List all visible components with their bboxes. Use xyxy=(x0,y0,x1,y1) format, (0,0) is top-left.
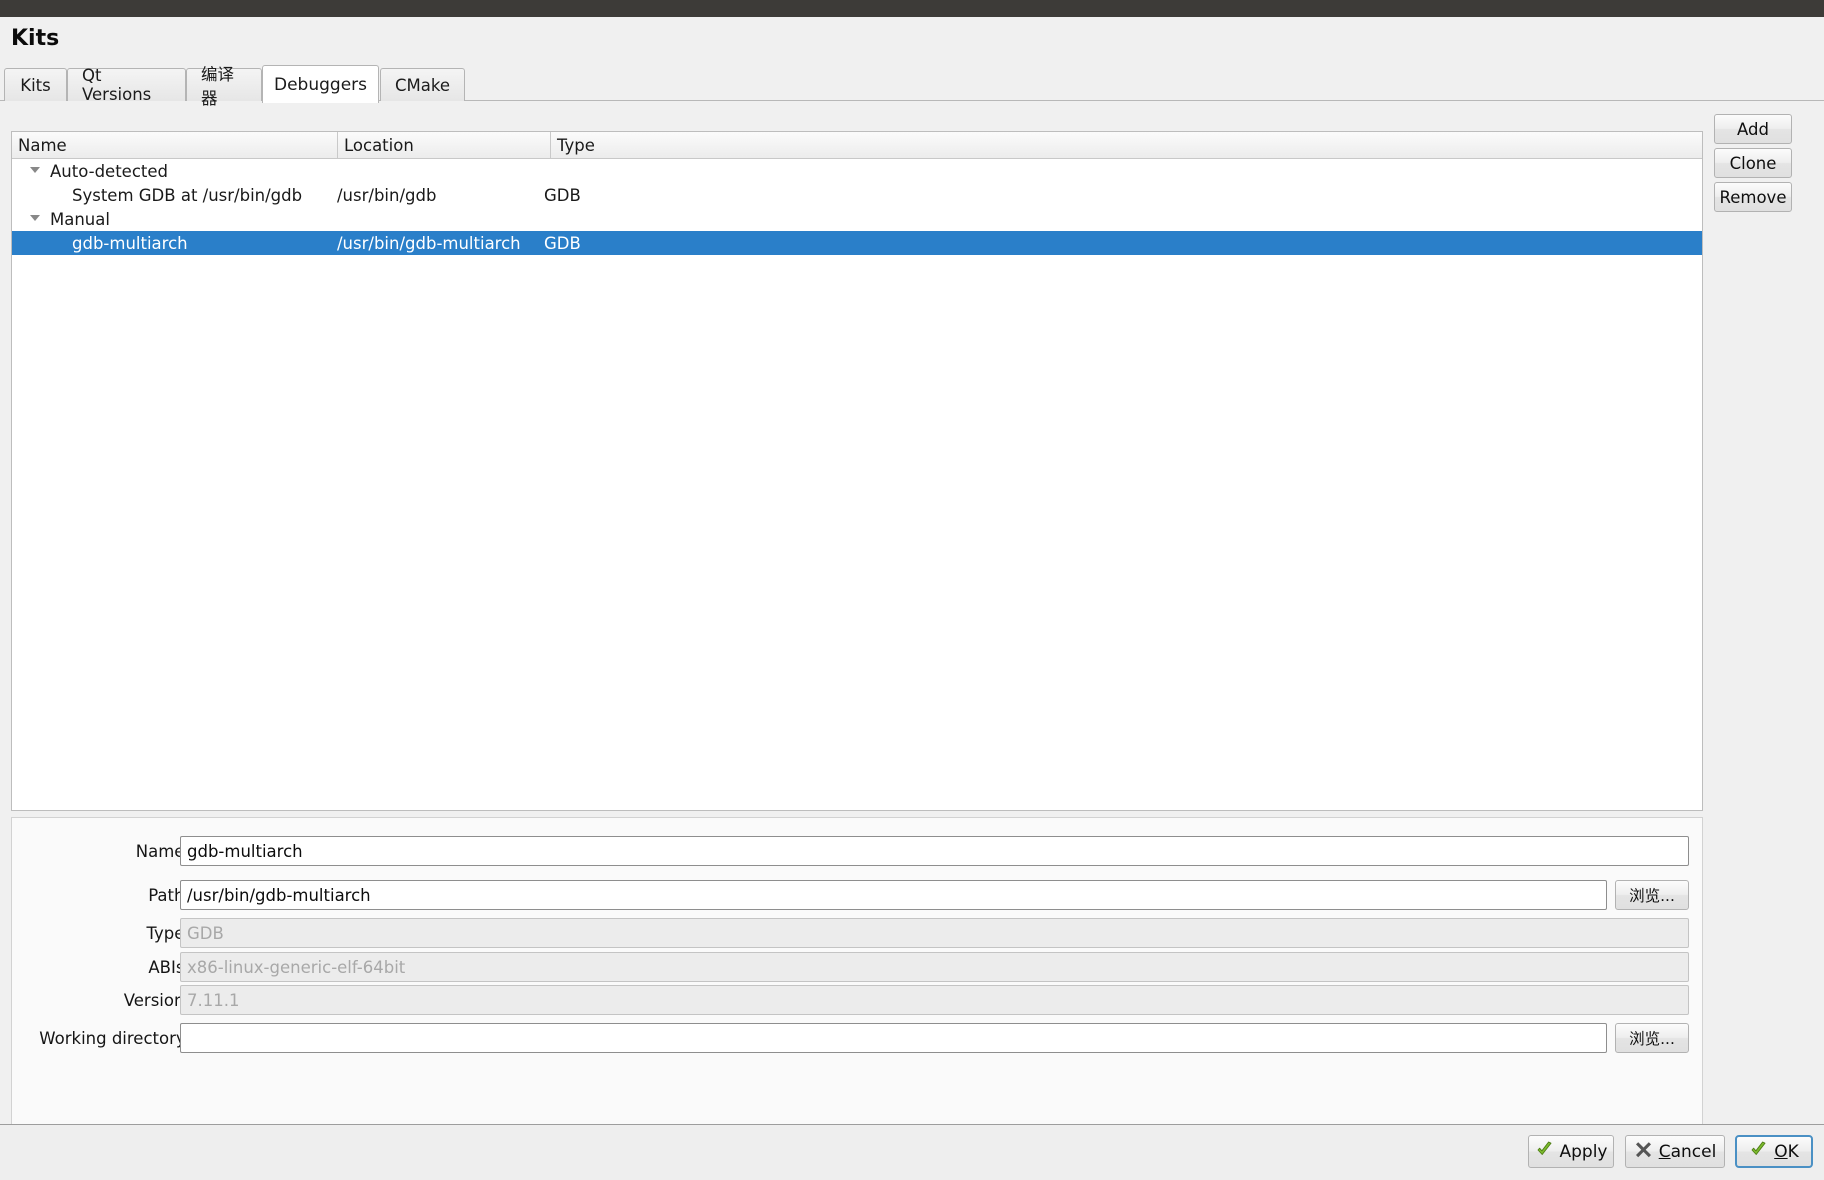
clone-button[interactable]: Clone xyxy=(1714,148,1792,178)
browse-button-label: 浏览... xyxy=(1629,887,1675,905)
cell-location xyxy=(337,159,549,183)
chevron-down-icon[interactable] xyxy=(30,215,40,221)
cell-type: GDB xyxy=(544,185,581,205)
tab-cmake[interactable]: CMake xyxy=(380,68,465,101)
input-workingdirectory[interactable] xyxy=(180,1023,1607,1053)
button-label: Apply xyxy=(1559,1141,1608,1162)
tree-row[interactable]: gdb-multiarch/usr/bin/gdb-multiarch GDB xyxy=(12,231,1702,255)
cancel-button[interactable]: Cancel xyxy=(1625,1135,1725,1168)
check-icon xyxy=(1749,1140,1768,1163)
dialog-body: Kits Kits Qt Versions 编译器 Debuggers CMake Na… xyxy=(0,17,1824,1129)
tab-debuggers[interactable]: Debuggers xyxy=(262,65,379,103)
button-label: Remove xyxy=(1719,187,1787,207)
accel-char: C xyxy=(1658,1141,1671,1162)
cell-location xyxy=(337,207,549,231)
input-path[interactable]: /usr/bin/gdb-multiarch xyxy=(180,880,1607,910)
cell-location: /usr/bin/gdb-multiarch xyxy=(337,233,521,253)
cell-type: GDB xyxy=(544,233,581,253)
tab-label: Qt Versions xyxy=(82,66,152,104)
check-icon xyxy=(1535,1140,1554,1163)
tab-label: CMake xyxy=(395,75,450,95)
page-title: Kits xyxy=(11,26,60,51)
add-button[interactable]: Add xyxy=(1714,114,1792,144)
chevron-down-icon[interactable] xyxy=(30,167,40,173)
cell-name: System GDB at /usr/bin/gdb xyxy=(72,185,303,205)
tree-group-row[interactable]: Auto-detected xyxy=(12,159,1702,183)
label-abis: ABIs: xyxy=(148,957,190,977)
cell-name: gdb-multiarch xyxy=(72,233,188,253)
tab-编译器[interactable]: 编译器 xyxy=(186,65,262,108)
apply-button[interactable]: Apply xyxy=(1528,1135,1614,1168)
cell-name: Auto-detected xyxy=(50,161,168,181)
button-label: Cancel xyxy=(1658,1141,1717,1162)
tab-label: Kits xyxy=(20,75,51,95)
column-header-type[interactable]: Type xyxy=(551,132,1702,158)
browse-button[interactable]: 浏览... xyxy=(1615,880,1689,910)
cell-name: Manual xyxy=(50,209,110,229)
tree-row[interactable]: System GDB at /usr/bin/gdb/usr/bin/gdb GD… xyxy=(12,183,1702,207)
input-name[interactable]: gdb-multiarch xyxy=(180,836,1689,866)
label-type: Type: xyxy=(146,923,190,943)
cell-type xyxy=(544,207,1695,231)
input-abis: x86-linux-generic-elf-64bit xyxy=(180,952,1689,982)
browse-button[interactable]: 浏览... xyxy=(1615,1023,1689,1053)
window-titlebar-strip xyxy=(0,0,1824,17)
cross-icon xyxy=(1634,1140,1653,1163)
input-version: 7.11.1 xyxy=(180,985,1689,1015)
column-header-location[interactable]: Location xyxy=(338,132,550,158)
tree-header: Name Location Type xyxy=(12,132,1702,159)
ok-button[interactable]: OK xyxy=(1735,1135,1813,1168)
button-label: Clone xyxy=(1729,153,1777,173)
tab-label: Debuggers xyxy=(274,74,368,95)
label-name: Name: xyxy=(135,841,190,861)
dialog-button-bar: Apply Cancel OK xyxy=(0,1124,1824,1180)
tree-rows: Auto-detected System GDB at /usr/bin/gdb /… xyxy=(12,159,1702,255)
column-header-name[interactable]: Name xyxy=(12,132,337,158)
kits-dialog: Kits Kits Qt Versions 编译器 Debuggers CMake Na… xyxy=(0,0,1824,1180)
input-type: GDB xyxy=(180,918,1689,948)
tab-qt-versions[interactable]: Qt Versions xyxy=(67,66,186,104)
button-label: Add xyxy=(1737,119,1769,139)
button-label: OK xyxy=(1774,1141,1799,1162)
tab-bar: Kits Qt Versions 编译器 Debuggers CMake xyxy=(0,65,1824,108)
remove-button[interactable]: Remove xyxy=(1714,182,1792,212)
label-workingdirectory: Working directory: xyxy=(39,1028,190,1048)
debugger-detail-panel: Name: gdb-multiarch Path:/usr/bin/gdb-mult… xyxy=(11,817,1703,1129)
debuggers-tree[interactable]: Name Location Type Auto-detected System G… xyxy=(11,131,1703,811)
tree-group-row[interactable]: Manual xyxy=(12,207,1702,231)
tab-kits[interactable]: Kits xyxy=(4,68,67,101)
browse-button-label: 浏览... xyxy=(1629,1030,1675,1048)
label-version: Version: xyxy=(123,990,190,1010)
tab-label: 编译器 xyxy=(201,65,234,108)
label-path: Path: xyxy=(148,885,190,905)
accel-char: O xyxy=(1774,1141,1788,1162)
cell-type xyxy=(544,159,1695,183)
cell-location: /usr/bin/gdb xyxy=(337,185,437,205)
